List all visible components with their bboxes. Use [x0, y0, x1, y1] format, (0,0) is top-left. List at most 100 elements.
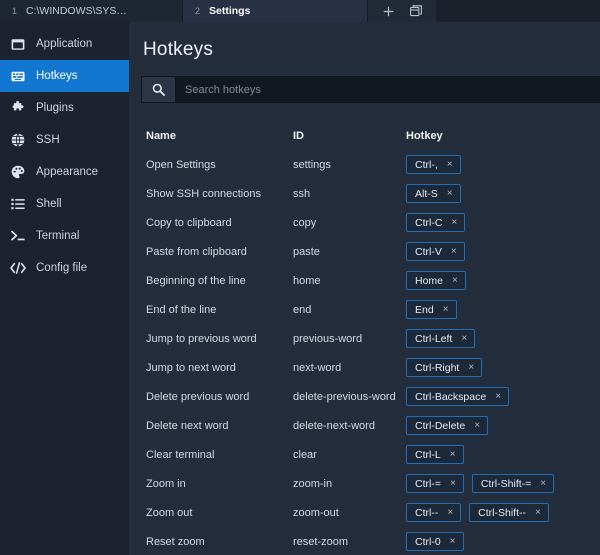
remove-hotkey-icon[interactable]: ×: [451, 246, 457, 257]
table-header-row: Name ID Hotkey: [146, 121, 600, 150]
cell-id: clear: [293, 448, 317, 461]
remove-hotkey-icon[interactable]: ×: [474, 420, 480, 431]
cell-id: reset-zoom: [293, 535, 349, 548]
remove-hotkey-icon[interactable]: ×: [450, 478, 456, 489]
remove-hotkey-icon[interactable]: ×: [447, 507, 453, 518]
sidebar-item-appearance[interactable]: Appearance: [0, 156, 129, 188]
column-header-name: Name: [146, 129, 176, 142]
cell-hotkeys: Ctrl-Left ×: [406, 329, 600, 348]
cell-hotkeys: Ctrl-- × Ctrl-Shift-- ×: [406, 503, 600, 522]
tab-bar-actions: [368, 0, 436, 22]
hotkey-chip-label: Ctrl-Left: [415, 332, 453, 345]
hotkey-chip[interactable]: Ctrl-V ×: [406, 242, 465, 261]
hotkey-chip[interactable]: Ctrl-Shift-= ×: [471, 474, 555, 493]
remove-hotkey-icon[interactable]: ×: [452, 275, 458, 286]
hotkey-chip[interactable]: Ctrl-Shift-- ×: [469, 503, 549, 522]
remove-hotkey-icon[interactable]: ×: [450, 536, 456, 547]
table-row: Jump to previous word previous-word Ctrl-L…: [146, 324, 600, 353]
remove-hotkey-icon[interactable]: ×: [447, 159, 453, 170]
remove-hotkey-icon[interactable]: ×: [495, 391, 501, 402]
table-row: Paste from clipboard paste Ctrl-V ×: [146, 237, 600, 266]
table-row: Zoom in zoom-in Ctrl-= × Ctrl-Shift-= ×: [146, 469, 600, 498]
hotkey-chip[interactable]: End ×: [406, 300, 457, 319]
tab-index: 2: [195, 6, 201, 16]
sidebar-item-plugins[interactable]: Plugins: [0, 92, 129, 124]
hotkey-chip-label: Ctrl-=: [415, 477, 441, 490]
hotkey-chip-label: Ctrl-L: [415, 448, 441, 461]
sidebar-item-terminal[interactable]: Terminal: [0, 220, 129, 252]
cell-name: End of the line: [146, 303, 217, 316]
sidebar-item-label: Hotkeys: [36, 70, 78, 82]
puzzle-icon: [10, 100, 26, 116]
cell-name: Reset zoom: [146, 535, 205, 548]
sidebar-item-shell[interactable]: Shell: [0, 188, 129, 220]
cell-name: Zoom out: [146, 506, 193, 519]
settings-sidebar: Application Hotkeys Plugins SSH Appearan…: [0, 22, 129, 555]
hotkey-chip-label: Ctrl-Right: [415, 361, 460, 374]
cell-hotkeys: Ctrl-Delete ×: [406, 416, 600, 435]
hotkey-chip[interactable]: Ctrl-Right ×: [406, 358, 483, 377]
hotkeys-table: Name ID Hotkey Open Settings settings Ctrl…: [129, 121, 600, 555]
tab-terminal[interactable]: 1 C:\WINDOWS\SYS…: [0, 0, 183, 22]
search-button[interactable]: [142, 77, 175, 102]
hotkey-chip[interactable]: Ctrl-, ×: [406, 155, 461, 174]
sidebar-item-label: Config file: [36, 262, 88, 274]
hotkey-chip[interactable]: Home ×: [406, 271, 466, 290]
remove-hotkey-icon[interactable]: ×: [540, 478, 546, 489]
globe-icon: [10, 132, 26, 148]
sidebar-item-application[interactable]: Application: [0, 28, 129, 60]
hotkey-chip[interactable]: Ctrl-- ×: [406, 503, 462, 522]
hotkey-chip-label: Ctrl-V: [415, 245, 442, 258]
cell-hotkeys: Ctrl-L ×: [406, 445, 600, 464]
column-header-hotkey: Hotkey: [406, 129, 443, 142]
settings-main-panel: Hotkeys Name ID Hotkey Open Settings sett…: [129, 22, 600, 555]
hotkey-chip[interactable]: Ctrl-Backspace ×: [406, 387, 510, 406]
sidebar-item-hotkeys[interactable]: Hotkeys: [0, 60, 129, 92]
cell-id: next-word: [293, 361, 342, 374]
cell-name: Jump to next word: [146, 361, 236, 374]
sidebar-item-ssh[interactable]: SSH: [0, 124, 129, 156]
remove-hotkey-icon[interactable]: ×: [450, 449, 456, 460]
table-row: Delete previous word delete-previous-word…: [146, 382, 600, 411]
list-icon: [10, 196, 26, 212]
search-input[interactable]: [175, 77, 600, 102]
remove-hotkey-icon[interactable]: ×: [451, 217, 457, 228]
remove-hotkey-icon[interactable]: ×: [443, 304, 449, 315]
sidebar-item-label: Terminal: [36, 230, 80, 242]
sidebar-item-label: Appearance: [36, 166, 99, 178]
hotkey-chip[interactable]: Ctrl-L ×: [406, 445, 464, 464]
hotkey-chip[interactable]: Ctrl-= ×: [406, 474, 464, 493]
hotkey-chip-label: End: [415, 303, 434, 316]
tab-settings[interactable]: 2 Settings: [183, 0, 368, 22]
hotkey-chip[interactable]: Ctrl-C ×: [406, 213, 466, 232]
remove-hotkey-icon[interactable]: ×: [461, 333, 467, 344]
new-tab-button[interactable]: [374, 0, 402, 22]
remove-hotkey-icon[interactable]: ×: [468, 362, 474, 373]
cell-id: ssh: [293, 187, 311, 200]
sidebar-item-label: Application: [36, 38, 93, 50]
code-icon: [10, 260, 26, 276]
hotkey-chip-label: Ctrl-0: [415, 535, 441, 548]
tab-index: 1: [12, 6, 18, 16]
table-row: Jump to next word next-word Ctrl-Right ×: [146, 353, 600, 382]
remove-hotkey-icon[interactable]: ×: [535, 507, 541, 518]
cell-name: Clear terminal: [146, 448, 215, 461]
hotkey-chip-label: Ctrl-Delete: [415, 419, 466, 432]
hotkey-chip[interactable]: Ctrl-Left ×: [406, 329, 476, 348]
remove-hotkey-icon[interactable]: ×: [447, 188, 453, 199]
search-icon: [152, 83, 165, 96]
cell-name: Beginning of the line: [146, 274, 246, 287]
hotkey-chip[interactable]: Ctrl-0 ×: [406, 532, 464, 551]
cell-name: Copy to clipboard: [146, 216, 232, 229]
sidebar-item-label: Shell: [36, 198, 62, 210]
hotkey-chip[interactable]: Alt-S ×: [406, 184, 461, 203]
table-row: Copy to clipboard copy Ctrl-C ×: [146, 208, 600, 237]
cell-id: delete-next-word: [293, 419, 375, 432]
split-pane-button[interactable]: [402, 0, 430, 22]
sidebar-item-config-file[interactable]: Config file: [0, 252, 129, 284]
cell-name: Zoom in: [146, 477, 186, 490]
table-row: Delete next word delete-next-word Ctrl-Del…: [146, 411, 600, 440]
cell-id: copy: [293, 216, 317, 229]
cell-hotkeys: Alt-S ×: [406, 184, 600, 203]
hotkey-chip[interactable]: Ctrl-Delete ×: [406, 416, 489, 435]
